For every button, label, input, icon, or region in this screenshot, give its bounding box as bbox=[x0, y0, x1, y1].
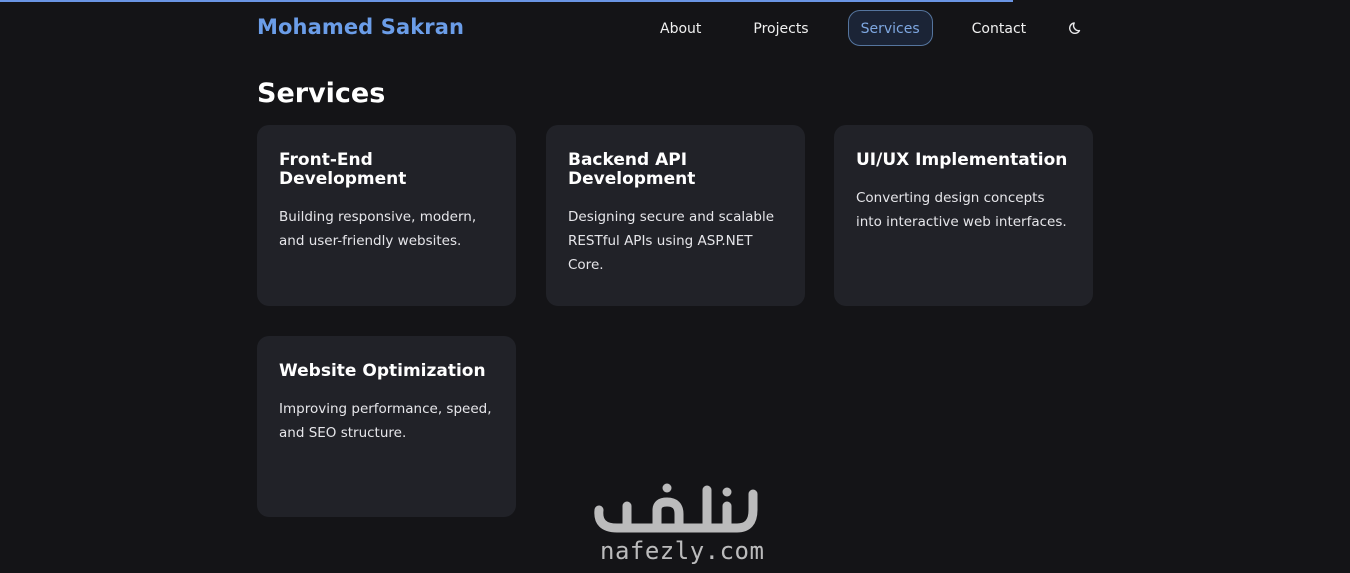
service-card-backend: Backend API Development Designing secure… bbox=[546, 125, 805, 306]
service-card-title: UI/UX Implementation bbox=[856, 150, 1068, 170]
service-card-description: Designing secure and scalable RESTful AP… bbox=[568, 209, 775, 273]
theme-toggle-button[interactable] bbox=[1066, 18, 1086, 38]
watermark-url: nafezly.com bbox=[600, 537, 765, 565]
service-card-description: Converting design concepts into interact… bbox=[856, 190, 1067, 230]
nav-about[interactable]: About bbox=[647, 10, 714, 46]
service-card-description: Building responsive, modern, and user-fr… bbox=[279, 209, 477, 249]
section-title: Services bbox=[257, 78, 386, 109]
nav-contact[interactable]: Contact bbox=[959, 10, 1039, 46]
service-card-title: Backend API Development bbox=[568, 150, 696, 189]
service-card-title: Front-End Development bbox=[279, 150, 407, 189]
service-card-title: Website Optimization bbox=[279, 361, 486, 381]
page: Mohamed Sakran About Projects Services C… bbox=[0, 0, 1350, 573]
main-nav: About Projects Services Contact bbox=[647, 9, 1039, 47]
service-card-description: Improving performance, speed, and SEO st… bbox=[279, 401, 492, 441]
nav-projects[interactable]: Projects bbox=[740, 10, 821, 46]
service-card-uiux: UI/UX Implementation Converting design c… bbox=[834, 125, 1093, 306]
service-card-optimization: Website Optimization Improving performan… bbox=[257, 336, 516, 517]
moon-icon bbox=[1069, 22, 1081, 35]
brand-logo[interactable]: Mohamed Sakran bbox=[257, 15, 464, 39]
nav-services[interactable]: Services bbox=[847, 10, 933, 46]
nafezly-watermark: nafezly.com bbox=[587, 480, 765, 573]
service-card-frontend: Front-End Development Building responsiv… bbox=[257, 125, 516, 306]
nafezly-logo-icon bbox=[594, 483, 758, 533]
scroll-progress-bar bbox=[0, 0, 1013, 2]
